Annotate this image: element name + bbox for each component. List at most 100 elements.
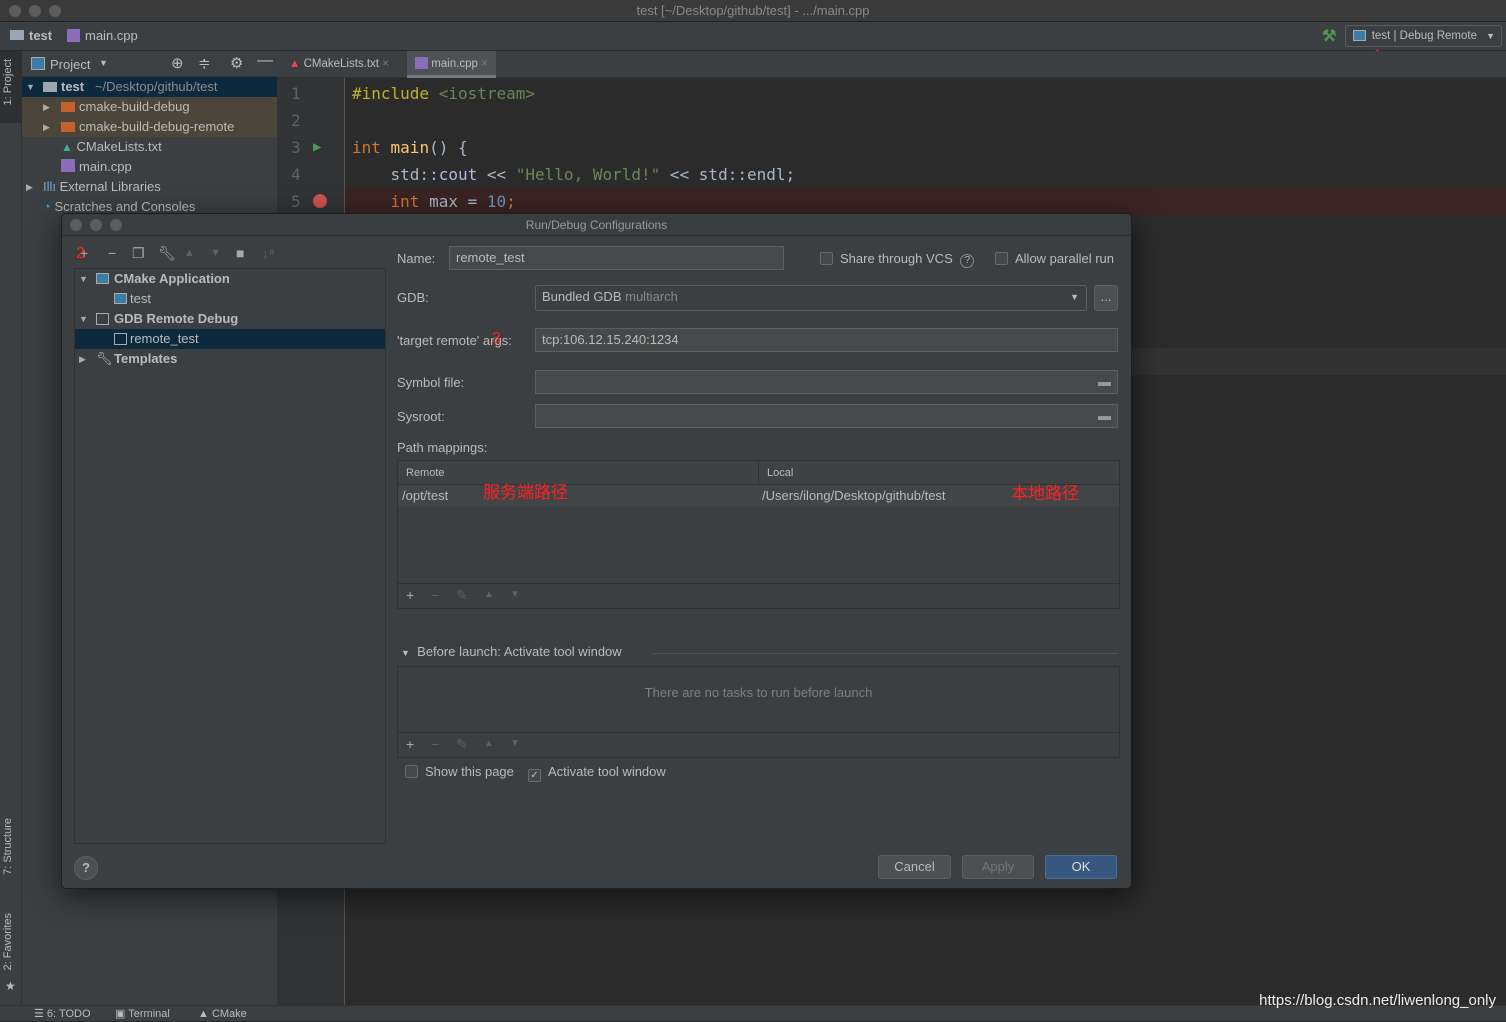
tree-remote-test[interactable]: remote_test [75, 329, 385, 349]
cmake-tool-tab[interactable]: ▲ CMake [198, 1006, 247, 1022]
tree-label: GDB Remote Debug [114, 311, 239, 326]
project-view-selector[interactable]: Project [50, 57, 90, 72]
tree-gdb-remote-debug[interactable]: ▼ GDB Remote Debug [75, 309, 385, 329]
tab-cmakelists[interactable]: ▲ CMakeLists.txt × [281, 51, 397, 78]
tree-cmake-application[interactable]: ▼ CMake Application [75, 269, 385, 289]
chevron-down-icon: ▼ [1070, 292, 1079, 302]
tree-item-cmake-build-debug-remote[interactable]: ▶ cmake-build-debug-remote [22, 117, 277, 137]
window-title: test [~/Desktop/github/test] - .../main.… [636, 3, 870, 18]
remove-mapping-icon[interactable]: − [431, 587, 439, 603]
project-tool-tab[interactable]: 1: Project [2, 59, 14, 105]
checkbox-checked[interactable]: ✓ [528, 769, 541, 782]
close-icon[interactable]: × [382, 58, 389, 70]
close-dialog-button[interactable] [70, 219, 82, 231]
help-icon[interactable]: ? [960, 254, 975, 268]
sort-icon[interactable]: ↓ᵃ [262, 245, 274, 261]
annotation-3: 3 [492, 330, 501, 347]
breakpoint-icon[interactable] [313, 194, 327, 208]
wrench-icon[interactable]: 🔧︎ [158, 245, 176, 262]
terminal-tool-tab[interactable]: ▣ Terminal [115, 1006, 170, 1022]
tree-test[interactable]: test [75, 289, 385, 309]
tree-item-external-libraries[interactable]: ▶ Illı External Libraries [22, 177, 277, 197]
locate-icon[interactable]: ⊕ [171, 54, 184, 72]
line-number: 3 [291, 138, 301, 157]
tree-item-test[interactable]: ▼ test ~/Desktop/github/test [22, 77, 277, 97]
tab-label: main.cpp [431, 58, 478, 70]
table-row[interactable]: /opt/test /Users/ilong/Desktop/github/te… [398, 483, 1119, 507]
ok-button[interactable]: OK [1045, 855, 1117, 879]
line-number: 5 [291, 192, 301, 211]
apply-button[interactable]: Apply [962, 855, 1034, 879]
folder-browse-icon[interactable]: ▬ [1098, 405, 1111, 427]
checkbox[interactable] [995, 252, 1008, 265]
zoom-window-button[interactable] [49, 5, 61, 17]
tree-label: main.cpp [79, 159, 132, 174]
hide-icon[interactable]: — [257, 52, 273, 70]
activate-tool-window-checkbox[interactable]: ✓ Activate tool window [528, 764, 666, 782]
move-up-icon[interactable]: ▲ [484, 738, 494, 749]
cancel-button[interactable]: Cancel [878, 855, 951, 879]
sysroot-input[interactable]: ▬ [535, 404, 1118, 428]
add-task-icon[interactable]: + [406, 736, 414, 752]
close-window-button[interactable] [9, 5, 21, 17]
browse-gdb-button[interactable]: ... [1094, 285, 1118, 311]
copy-config-icon[interactable]: ❐ [132, 245, 145, 262]
tree-item-main-cpp[interactable]: main.cpp [22, 157, 277, 177]
name-input[interactable]: remote_test [449, 246, 784, 270]
edit-mapping-icon[interactable]: ✎ [456, 587, 468, 604]
cmake-label: CMake [211, 1008, 247, 1020]
gear-icon[interactable]: ⚙ [230, 54, 243, 72]
todo-tool-tab[interactable]: ☰ 6: TODO [34, 1006, 91, 1022]
target-remote-input[interactable]: tcp:106.12.15.240:1234 [535, 328, 1118, 352]
run-configuration-selector[interactable]: test | Debug Remote ▼ [1344, 25, 1502, 47]
gdb-select[interactable]: Bundled GDB multiarch ▼ [535, 285, 1087, 311]
zoom-dialog-button[interactable] [110, 219, 122, 231]
breadcrumb-project[interactable]: test [29, 28, 52, 43]
remove-task-icon[interactable]: − [431, 736, 439, 752]
new-folder-icon[interactable]: ■ [236, 245, 244, 261]
breadcrumb-file[interactable]: main.cpp [85, 28, 138, 43]
help-button[interactable]: ? [74, 856, 98, 880]
edit-task-icon[interactable]: ✎ [456, 736, 468, 753]
build-hammer-icon[interactable]: ⚒ [1322, 26, 1336, 46]
checkbox[interactable] [820, 252, 833, 265]
favorites-tool-tab[interactable]: 2: Favorites [2, 913, 14, 970]
allow-parallel-checkbox[interactable]: Allow parallel run [995, 251, 1114, 266]
structure-tool-tab[interactable]: 7: Structure [2, 818, 14, 875]
gdb-remote-icon [96, 313, 109, 325]
move-down-icon[interactable]: ▼ [510, 738, 520, 749]
symbol-file-input[interactable]: ▬ [535, 370, 1118, 394]
move-down-icon[interactable]: ▼ [210, 247, 221, 259]
tree-label: Scratches and Consoles [54, 199, 196, 214]
local-path-cell[interactable]: /Users/ilong/Desktop/github/test [762, 485, 946, 507]
show-page-label: Show this page [425, 764, 514, 779]
collapse-all-icon[interactable]: ≑ [198, 54, 211, 72]
minimize-dialog-button[interactable] [90, 219, 102, 231]
remote-path-cell[interactable]: /opt/test [402, 485, 448, 507]
column-remote: Remote [406, 467, 445, 479]
run-icon[interactable]: ▶ [313, 134, 321, 161]
tree-item-cmakelists[interactable]: ▲ CMakeLists.txt [22, 137, 277, 157]
remove-config-icon[interactable]: − [108, 245, 116, 261]
dialog-title-bar: Run/Debug Configurations [62, 214, 1131, 236]
close-icon[interactable]: × [481, 58, 488, 70]
tree-templates[interactable]: ▶ 🔧︎ Templates [75, 349, 385, 369]
share-vcs-checkbox[interactable]: Share through VCS ? [820, 251, 975, 268]
minimize-window-button[interactable] [29, 5, 41, 17]
move-up-icon[interactable]: ▲ [184, 247, 195, 259]
line-number: 2 [291, 111, 301, 130]
before-launch-section[interactable]: ▼ Before launch: Activate tool window [401, 644, 622, 659]
move-down-icon[interactable]: ▼ [510, 589, 520, 600]
tree-item-cmake-build-debug[interactable]: ▶ cmake-build-debug [22, 97, 277, 117]
move-up-icon[interactable]: ▲ [484, 589, 494, 600]
expand-arrow-icon: ▼ [79, 314, 88, 324]
show-page-checkbox[interactable]: Show this page [405, 764, 514, 779]
checkbox[interactable] [405, 765, 418, 778]
add-mapping-icon[interactable]: + [406, 587, 414, 603]
tab-main-cpp[interactable]: main.cpp × [407, 51, 496, 78]
library-icon: Illı [43, 179, 56, 194]
line-number: 1 [291, 84, 301, 103]
left-tool-stripe: 1: Project 7: Structure 2: Favorites ★ [0, 51, 22, 1005]
tab-label: CMakeLists.txt [303, 58, 380, 70]
folder-browse-icon[interactable]: ▬ [1098, 371, 1111, 393]
